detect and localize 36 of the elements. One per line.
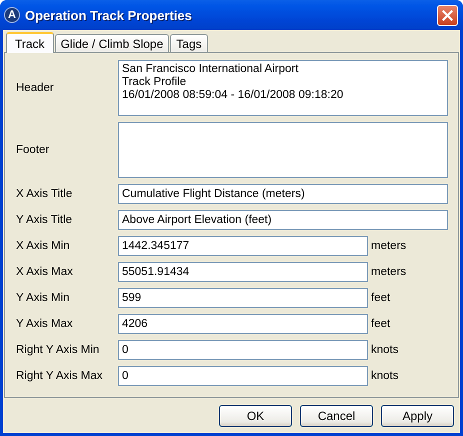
field-label: Footer bbox=[16, 144, 50, 156]
close-icon bbox=[442, 10, 453, 20]
dialog-button[interactable]: Cancel bbox=[300, 405, 373, 427]
close-button[interactable] bbox=[437, 4, 458, 26]
field-label: Right Y Axis Max bbox=[16, 370, 104, 382]
input-field[interactable]: 55051.91434 bbox=[118, 262, 368, 282]
input-field[interactable]: 599 bbox=[118, 288, 368, 308]
tab[interactable]: Glide / Climb Slope bbox=[54, 34, 170, 52]
field-label: X Axis Title bbox=[16, 188, 74, 200]
app-logo: A bbox=[4, 7, 20, 23]
unit-label: feet bbox=[371, 318, 390, 330]
field-label: X Axis Min bbox=[16, 240, 71, 252]
input-field[interactable]: Cumulative Flight Distance (meters) bbox=[118, 184, 448, 204]
unit-label: knots bbox=[371, 370, 398, 382]
tab[interactable]: Track bbox=[6, 32, 54, 53]
field-label: Y Axis Max bbox=[16, 318, 74, 330]
field-label: Header bbox=[16, 82, 55, 94]
unit-label: meters bbox=[371, 240, 406, 252]
text-area[interactable]: San Francisco International Airport Track Profile 16/01/2008 08:59:04 - 16/01/2008 09:18:20 bbox=[118, 60, 448, 116]
tab[interactable]: Tags bbox=[170, 34, 208, 52]
unit-label: feet bbox=[371, 292, 390, 304]
dialog-button[interactable]: Apply bbox=[381, 405, 454, 427]
field-label: Right Y Axis Min bbox=[16, 344, 100, 356]
unit-label: meters bbox=[371, 266, 406, 278]
unit-label: knots bbox=[371, 344, 398, 356]
input-field[interactable]: 0 bbox=[118, 340, 368, 360]
field-label: Y Axis Title bbox=[16, 214, 74, 226]
text-area[interactable] bbox=[118, 122, 448, 178]
field-label: X Axis Max bbox=[16, 266, 74, 278]
field-label: Y Axis Min bbox=[16, 292, 70, 304]
input-field[interactable]: 4206 bbox=[118, 314, 368, 334]
window-title: Operation Track Properties bbox=[25, 8, 193, 22]
dialog-button[interactable]: OK bbox=[219, 405, 292, 427]
input-field[interactable]: 1442.345177 bbox=[118, 236, 368, 256]
input-field[interactable]: 0 bbox=[118, 366, 368, 386]
input-field[interactable]: Above Airport Elevation (feet) bbox=[118, 210, 448, 230]
